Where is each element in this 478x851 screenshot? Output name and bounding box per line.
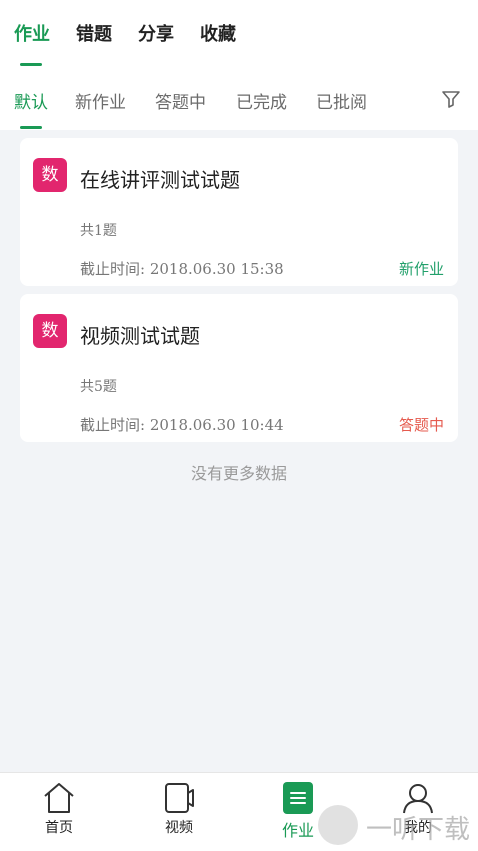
- deadline: 截止时间: 2018.06.30 10:44: [80, 416, 284, 434]
- video-icon: [165, 783, 194, 813]
- question-count: 共1题: [80, 223, 117, 239]
- tab-mistakes[interactable]: 错题: [76, 20, 112, 46]
- filter-tabs: 默认 新作业 答题中 已完成 已批阅: [0, 70, 478, 130]
- homework-icon: [283, 782, 313, 814]
- tab-favorites[interactable]: 收藏: [200, 20, 236, 46]
- nav-video-label: 视频: [165, 820, 193, 836]
- watermark-text: 一听下载: [366, 815, 471, 845]
- status-label: 新作业: [398, 260, 444, 278]
- subject-badge: 数: [33, 158, 67, 192]
- listen-logo-icon: [318, 805, 358, 845]
- subtab-answering[interactable]: 答题中: [155, 88, 206, 113]
- main-tabs: 作业 错题 分享 收藏: [0, 0, 478, 70]
- subtab-completed[interactable]: 已完成: [236, 88, 287, 113]
- assignment-card[interactable]: 数 在线讲评测试试题 共1题 截止时间: 2018.06.30 15:38 新作…: [20, 138, 458, 286]
- main-tab-indicator: [20, 63, 42, 66]
- tab-share[interactable]: 分享: [138, 20, 174, 46]
- assignment-card[interactable]: 数 视频测试试题 共5题 截止时间: 2018.06.30 10:44 答题中: [20, 294, 458, 442]
- watermark: 一听下载: [318, 803, 478, 849]
- subject-badge: 数: [33, 314, 67, 348]
- subtab-reviewed[interactable]: 已批阅: [316, 88, 367, 113]
- nav-home-label: 首页: [45, 820, 73, 836]
- header: 作业 错题 分享 收藏 默认 新作业 答题中 已完成 已批阅: [0, 0, 478, 130]
- filter-icon[interactable]: [440, 88, 462, 110]
- status-label: 答题中: [398, 416, 444, 434]
- assignment-title: 在线讲评测试试题: [80, 168, 240, 192]
- assignment-title: 视频测试试题: [80, 324, 200, 348]
- home-icon: [44, 783, 74, 813]
- nav-home[interactable]: 首页: [19, 781, 99, 847]
- no-more-data-text: 没有更多数据: [190, 464, 287, 483]
- tab-homework[interactable]: 作业: [14, 20, 50, 46]
- deadline: 截止时间: 2018.06.30 15:38: [80, 260, 284, 278]
- subtab-new[interactable]: 新作业: [75, 88, 126, 113]
- subtab-indicator: [20, 126, 42, 129]
- subtab-default[interactable]: 默认: [14, 88, 48, 113]
- question-count: 共5题: [80, 379, 117, 395]
- nav-video[interactable]: 视频: [139, 781, 219, 847]
